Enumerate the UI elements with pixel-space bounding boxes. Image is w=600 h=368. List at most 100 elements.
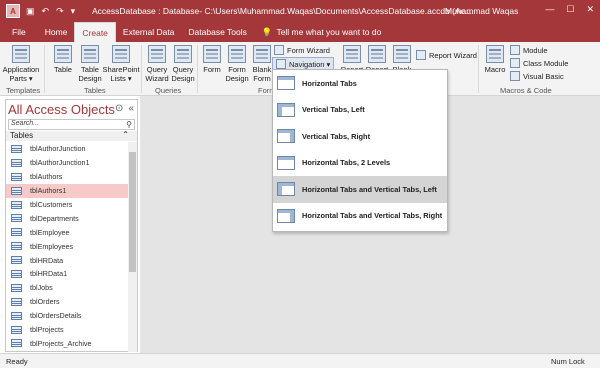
chevron-up-icon[interactable]: ⌃ — [122, 130, 129, 139]
visual-basic-button[interactable]: Visual Basic — [510, 71, 564, 81]
nav-pane-title[interactable]: All Access Objects — [8, 102, 115, 117]
application-parts-button[interactable]: Application Parts ▾ — [2, 45, 40, 83]
horizontal-vertical-tabs-right-icon — [277, 208, 295, 223]
navigation-menu-item[interactable]: Horizontal Tabs, 2 Levels — [273, 150, 447, 177]
user-name[interactable]: Muhammad Waqas — [445, 6, 518, 16]
table-list-item[interactable]: tblProjects_Archive — [6, 336, 128, 350]
quick-access-toolbar: ▣ ↶ ↷ ▾ — [26, 6, 75, 17]
table-list-item[interactable]: tblAuthors — [6, 170, 128, 184]
report-wizard-label: Report Wizard — [429, 50, 477, 60]
group-separator — [141, 45, 142, 93]
qat-customize-icon[interactable]: ▾ — [71, 6, 76, 17]
tab-external-data[interactable]: External Data — [116, 22, 182, 42]
form-wizard-label: Form Wizard — [287, 45, 330, 55]
navigation-menu-label: Horizontal Tabs, 2 Levels — [302, 158, 391, 168]
table-list-item[interactable]: tblAuthorJunction1 — [6, 156, 128, 170]
nav-pane-dropdown-icon[interactable]: ⊙ — [115, 103, 123, 114]
tables-section-header[interactable]: Tables ⌃ — [6, 130, 137, 141]
table-list-item[interactable]: tblOrders — [6, 295, 128, 309]
navigation-icon — [276, 59, 286, 69]
visual-basic-icon — [510, 71, 520, 81]
search-input[interactable]: Search... ⚲ — [8, 119, 135, 130]
table-list-item[interactable]: tblCustomers — [6, 198, 128, 212]
table-list-item[interactable]: tblJobs — [6, 281, 128, 295]
table-list-item[interactable]: tblAuthorJunction — [6, 142, 128, 156]
navigation-label: Navigation ▾ — [289, 59, 331, 69]
horizontal-tabs-2-levels-icon — [277, 155, 295, 170]
table-list-item[interactable]: tblHRData — [6, 253, 128, 267]
table-name: tblAuthorJunction — [30, 144, 86, 154]
module-button[interactable]: Module — [510, 45, 548, 55]
navigation-menu-item[interactable]: Horizontal Tabs — [273, 70, 447, 97]
sharepoint-lists-button[interactable]: SharePoint Lists ▾ — [102, 45, 140, 83]
navigation-menu-label: Horizontal Tabs and Vertical Tabs, Right — [302, 211, 443, 221]
blank-report-icon — [393, 45, 411, 63]
table-list-item[interactable]: tblHRData1 — [6, 267, 128, 281]
report-design-icon — [368, 45, 386, 63]
table-name: tblEmployee — [30, 227, 70, 237]
search-icon[interactable]: ⚲ — [126, 120, 132, 129]
macro-button[interactable]: Macro — [481, 45, 509, 74]
table-list-item[interactable]: tblEmployee — [6, 225, 128, 239]
undo-icon[interactable]: ↶ — [42, 6, 50, 17]
table-icon — [11, 200, 22, 209]
sharepoint-lists-icon — [112, 45, 130, 63]
query-design-button[interactable]: Query Design — [169, 45, 197, 83]
group-templates-label: Templates — [6, 86, 41, 95]
redo-icon[interactable]: ↷ — [56, 6, 64, 17]
window-controls: — ☐ ✕ — [545, 4, 594, 15]
table-list-item[interactable]: tblDepartments — [6, 211, 128, 225]
visual-basic-label: Visual Basic — [523, 71, 564, 81]
report-icon — [343, 45, 361, 63]
table-icon — [11, 311, 22, 320]
table-name: tblOrders — [30, 297, 60, 307]
form-wizard-button[interactable]: Form Wizard — [274, 45, 330, 55]
tab-database-tools[interactable]: Database Tools — [181, 22, 253, 42]
query-design-icon — [174, 45, 192, 63]
form-design-label: Form Design — [225, 65, 249, 83]
class-module-icon — [510, 58, 520, 68]
table-list-item[interactable]: tblAuthors1 — [6, 183, 128, 198]
report-wizard-button[interactable]: Report Wizard — [416, 50, 477, 60]
navigation-menu-item[interactable]: Vertical Tabs, Right — [273, 123, 447, 150]
maximize-button[interactable]: ☐ — [566, 4, 574, 15]
table-name: tblAuthorJunction1 — [30, 158, 90, 168]
navigation-pane: All Access Objects ⊙ « Search... ⚲ Table… — [5, 99, 138, 352]
nav-pane-scrollbar[interactable] — [128, 142, 137, 352]
form-button[interactable]: Form — [198, 45, 226, 74]
tab-home[interactable]: Home — [38, 22, 75, 42]
class-module-button[interactable]: Class Module — [510, 58, 568, 68]
table-icon — [11, 297, 22, 306]
table-button[interactable]: Table — [49, 45, 77, 74]
save-icon[interactable]: ▣ — [26, 6, 35, 17]
num-lock-indicator: Num Lock — [551, 356, 585, 366]
query-wizard-icon — [148, 45, 166, 63]
scrollbar-thumb[interactable] — [129, 152, 136, 272]
minimize-button[interactable]: — — [545, 4, 554, 15]
navigation-menu-item[interactable]: Vertical Tabs, Left — [273, 97, 447, 124]
tell-me-box[interactable]: 💡 Tell me what you want to do — [262, 22, 381, 42]
table-icon — [11, 325, 22, 334]
table-list-item[interactable]: tblProjects — [6, 323, 128, 337]
form-design-button[interactable]: Form Design — [223, 45, 251, 83]
lightbulb-icon: 💡 — [261, 26, 273, 37]
navigation-menu-item[interactable]: Horizontal Tabs and Vertical Tabs, Right — [273, 203, 447, 230]
navigation-menu-item[interactable]: Horizontal Tabs and Vertical Tabs, Left — [273, 176, 447, 203]
table-name: tblAuthors1 — [30, 186, 67, 196]
access-app-icon[interactable]: A — [6, 4, 20, 18]
application-parts-label: Application Parts ▾ — [2, 65, 40, 83]
table-design-button[interactable]: Table Design — [76, 45, 104, 83]
form-wizard-icon — [274, 45, 284, 55]
vertical-tabs-right-icon — [277, 129, 295, 144]
table-list-item[interactable]: tblOrdersDetails — [6, 309, 128, 323]
tab-create[interactable]: Create — [74, 22, 116, 42]
table-list-item[interactable]: tblEmployees — [6, 239, 128, 253]
table-name: tblProjects — [30, 325, 64, 335]
close-button[interactable]: ✕ — [586, 4, 594, 15]
table-icon — [11, 339, 22, 348]
tab-file[interactable]: File — [0, 22, 38, 42]
nav-pane-collapse-icon[interactable]: « — [128, 103, 134, 114]
query-wizard-button[interactable]: Query Wizard — [143, 45, 171, 83]
table-icon — [11, 256, 22, 265]
table-icon — [11, 172, 22, 181]
